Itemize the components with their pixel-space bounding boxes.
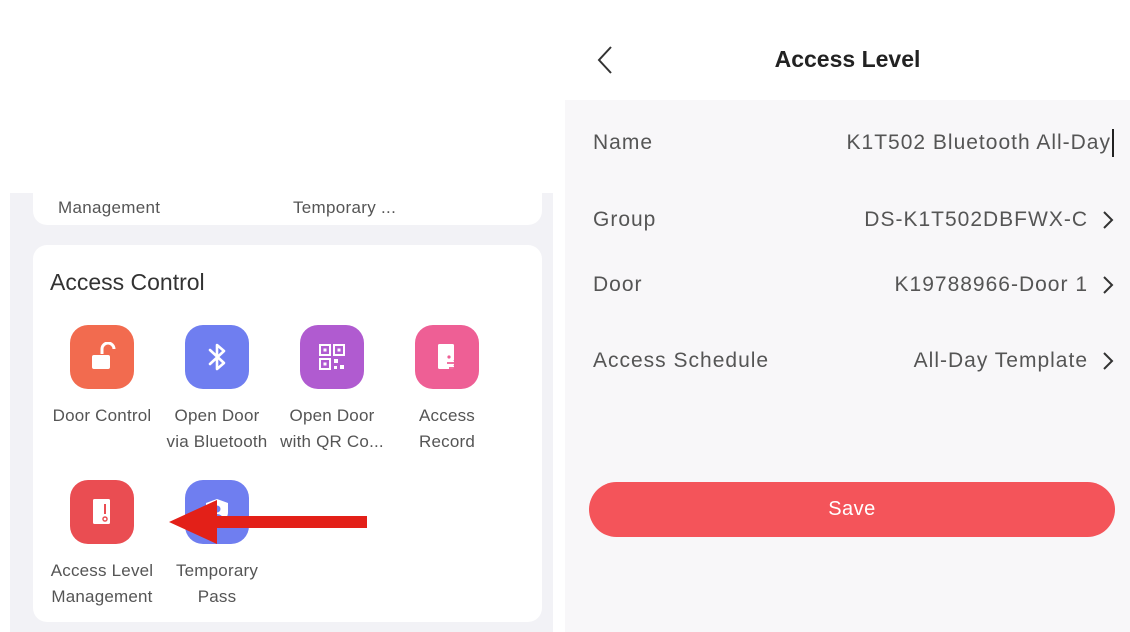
chevron-right-icon	[1103, 352, 1114, 370]
qr-code-icon	[300, 325, 364, 389]
save-button[interactable]: Save	[589, 482, 1115, 537]
group-row[interactable]: Group DS-K1T502DBFWX-C	[565, 187, 1130, 253]
door-value: K19788966-Door 1	[894, 273, 1088, 296]
door-row[interactable]: Door K19788966-Door 1	[565, 252, 1130, 318]
access-level-icon	[70, 480, 134, 544]
red-arrow-annotation	[169, 500, 367, 544]
name-label: Name	[593, 131, 654, 154]
qr-code-tile[interactable]: Open Door with QR Co...	[273, 325, 391, 455]
name-value-wrap	[781, 129, 1114, 157]
door-control-label: Door Control	[52, 406, 152, 425]
chevron-right-icon	[1103, 276, 1114, 294]
bluetooth-tile[interactable]: Open Door via Bluetooth	[158, 325, 276, 455]
access-record-tile[interactable]: Access Record	[388, 325, 506, 455]
management-label[interactable]: Management	[58, 198, 160, 218]
chevron-right-icon	[1103, 211, 1114, 229]
temporary-pass-label: Temporary Pass	[175, 561, 259, 606]
section-title: Access Control	[50, 269, 205, 295]
text-caret	[1112, 129, 1114, 157]
group-value-wrap: DS-K1T502DBFWX-C	[864, 208, 1114, 232]
door-label: Door	[593, 273, 643, 296]
access-level-management-tile[interactable]: Access Level Management	[43, 480, 161, 610]
door-value-wrap: K19788966-Door 1	[895, 273, 1114, 297]
nav-bar: Access Level	[565, 0, 1130, 100]
left-panel: Management Temporary ... Access Control …	[10, 193, 553, 632]
access-schedule-label: Access Schedule	[593, 349, 770, 372]
access-record-label: Access Record	[418, 406, 475, 451]
group-value: DS-K1T502DBFWX-C	[864, 208, 1088, 231]
name-row: Name	[565, 110, 1130, 176]
access-schedule-value-wrap: All-Day Template	[914, 349, 1114, 373]
temporary-label[interactable]: Temporary ...	[293, 198, 396, 218]
access-level-management-label: Access Level Management	[50, 561, 154, 606]
access-schedule-value: All-Day Template	[913, 349, 1088, 372]
unlock-icon	[70, 325, 134, 389]
qr-code-label: Open Door with QR Co...	[280, 406, 384, 451]
name-input[interactable]	[781, 131, 1111, 155]
bluetooth-label: Open Door via Bluetooth	[166, 406, 268, 451]
bluetooth-icon	[185, 325, 249, 389]
group-label: Group	[593, 208, 657, 231]
management-card: Management Temporary ...	[33, 193, 542, 225]
access-schedule-row[interactable]: Access Schedule All-Day Template	[565, 328, 1130, 394]
door-control-tile[interactable]: Door Control	[43, 325, 161, 429]
access-level-screen: Access Level Name Group DS-K1T502DBFWX-C…	[565, 0, 1130, 632]
page-title: Access Level	[774, 46, 921, 72]
door-record-icon	[415, 325, 479, 389]
access-control-card: Access Control Door Control Open Door vi…	[33, 245, 542, 622]
